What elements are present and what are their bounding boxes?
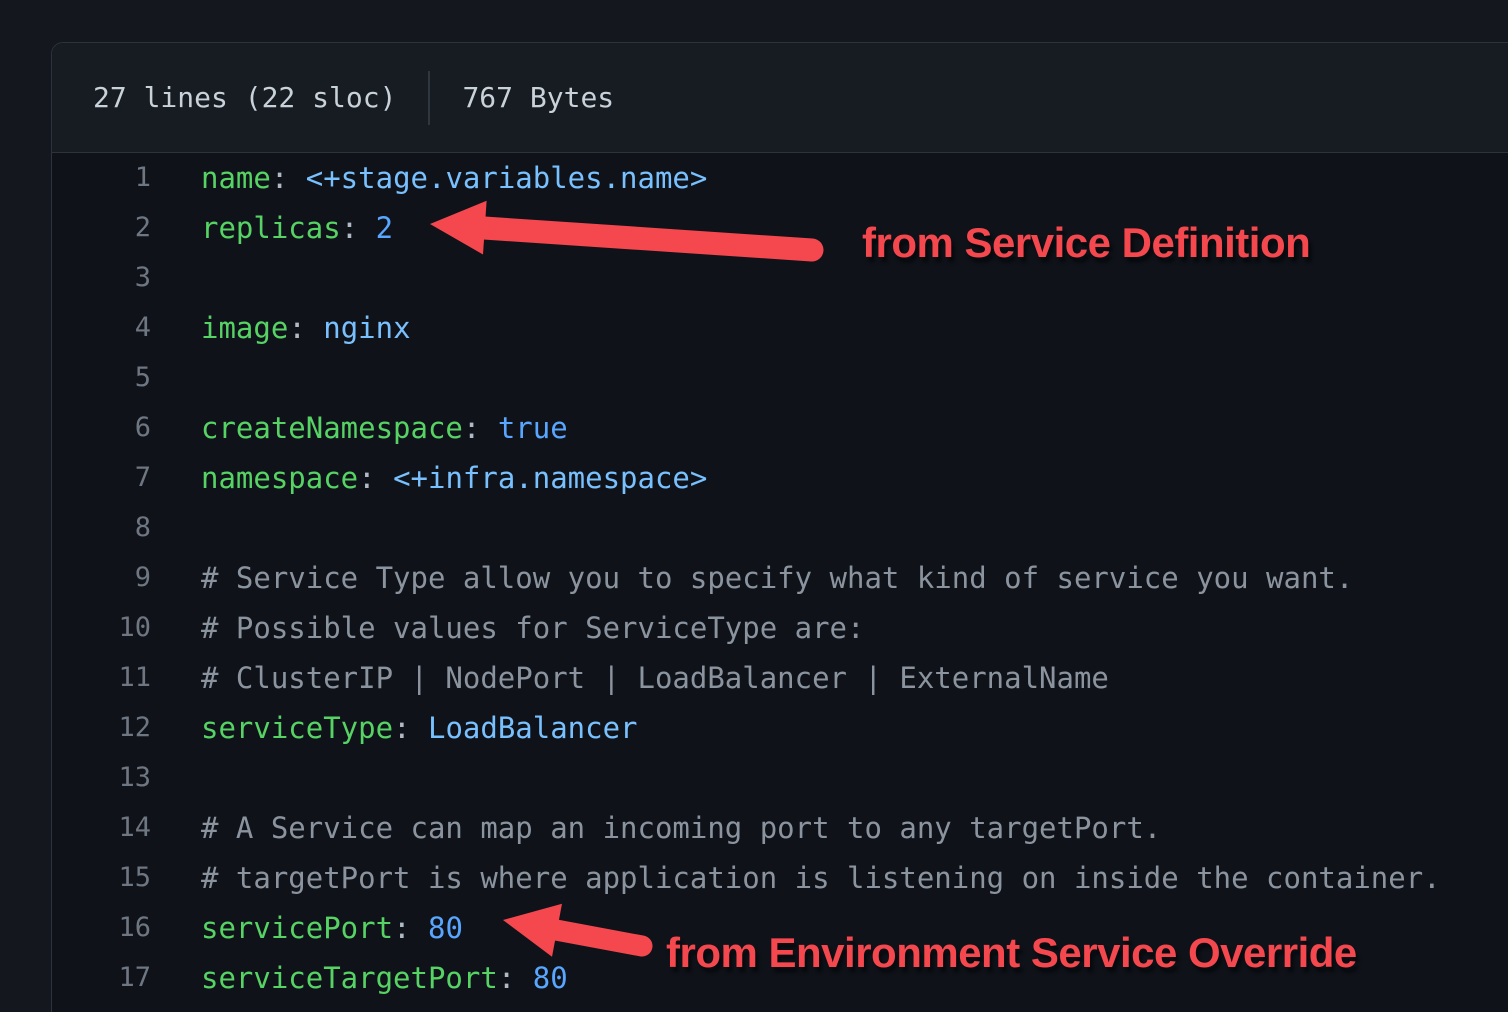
- code-line: 1name: <+stage.variables.name>: [52, 153, 1508, 203]
- code-text: # Service Type allow you to specify what…: [151, 553, 1353, 603]
- code-text: # targetPort is where application is lis…: [151, 853, 1441, 903]
- code-text: [151, 353, 201, 403]
- code-token: :: [271, 161, 306, 195]
- code-text: serviceType: LoadBalancer: [151, 703, 638, 753]
- code-line: 5: [52, 353, 1508, 403]
- code-token: serviceTargetPort: [201, 961, 498, 995]
- code-line: 3: [52, 253, 1508, 303]
- code-token: <+infra.namespace>: [393, 461, 707, 495]
- line-number[interactable]: 11: [52, 653, 151, 703]
- code-line: 6createNamespace: true: [52, 403, 1508, 453]
- code-text: createNamespace: true: [151, 403, 568, 453]
- line-number[interactable]: 4: [52, 303, 151, 353]
- code-token: createNamespace: [201, 411, 463, 445]
- code-text: serviceTargetPort: 80: [151, 953, 568, 1003]
- code-token: servicePort: [201, 911, 393, 945]
- code-token: nginx: [323, 311, 410, 345]
- code-token: image: [201, 311, 288, 345]
- code-token: :: [358, 461, 393, 495]
- code-token: true: [498, 411, 568, 445]
- line-number[interactable]: 6: [52, 403, 151, 453]
- line-number[interactable]: 12: [52, 703, 151, 753]
- code-token: replicas: [201, 211, 341, 245]
- code-token: :: [341, 211, 376, 245]
- code-token: # Possible values for ServiceType are:: [201, 611, 864, 645]
- line-number[interactable]: 9: [52, 553, 151, 603]
- code-line: 2replicas: 2: [52, 203, 1508, 253]
- code-line: 13: [52, 753, 1508, 803]
- code-token: LoadBalancer: [428, 711, 638, 745]
- code-line: 9 # Service Type allow you to specify wha…: [52, 553, 1508, 603]
- code-token: :: [463, 411, 498, 445]
- code-line: 7namespace: <+infra.namespace>: [52, 453, 1508, 503]
- code-text: [151, 753, 201, 803]
- code-line: 15 # targetPort is where application is l…: [52, 853, 1508, 903]
- code-text: [151, 503, 201, 553]
- code-token: :: [393, 911, 428, 945]
- line-number[interactable]: 2: [52, 203, 151, 253]
- header-divider: [428, 71, 430, 125]
- line-number[interactable]: 10: [52, 603, 151, 653]
- line-number[interactable]: 15: [52, 853, 151, 903]
- code-line: 17serviceTargetPort: 80: [52, 953, 1508, 1003]
- file-size-info: 767 Bytes: [462, 81, 614, 114]
- line-number[interactable]: 17: [52, 953, 151, 1003]
- code-token: # Service Type allow you to specify what…: [201, 561, 1353, 595]
- line-number[interactable]: 1: [52, 153, 151, 203]
- code-text: namespace: <+infra.namespace>: [151, 453, 707, 503]
- code-token: 80: [428, 911, 463, 945]
- code-token: serviceType: [201, 711, 393, 745]
- code-text: # Possible values for ServiceType are:: [151, 603, 864, 653]
- code-text: name: <+stage.variables.name>: [151, 153, 707, 203]
- code-token: namespace: [201, 461, 358, 495]
- code-token: <+stage.variables.name>: [306, 161, 708, 195]
- code-lines: 1name: <+stage.variables.name>2replicas:…: [52, 153, 1508, 1003]
- code-token: :: [393, 711, 428, 745]
- code-line: 12serviceType: LoadBalancer: [52, 703, 1508, 753]
- code-text: # A Service can map an incoming port to …: [151, 803, 1161, 853]
- line-number[interactable]: 3: [52, 253, 151, 303]
- line-number[interactable]: 13: [52, 753, 151, 803]
- code-line: 4image: nginx: [52, 303, 1508, 353]
- code-token: # ClusterIP | NodePort | LoadBalancer | …: [201, 661, 1109, 695]
- code-line: 8: [52, 503, 1508, 553]
- line-number[interactable]: 16: [52, 903, 151, 953]
- file-viewer-panel: 27 lines (22 sloc) 767 Bytes 1name: <+st…: [51, 42, 1508, 1012]
- line-number[interactable]: 7: [52, 453, 151, 503]
- code-text: [151, 253, 201, 303]
- code-text: # ClusterIP | NodePort | LoadBalancer | …: [151, 653, 1109, 703]
- line-number[interactable]: 8: [52, 503, 151, 553]
- code-token: 2: [376, 211, 393, 245]
- code-token: # targetPort is where application is lis…: [201, 861, 1441, 895]
- code-token: :: [288, 311, 323, 345]
- code-line: 10 # Possible values for ServiceType are:: [52, 603, 1508, 653]
- code-token: :: [498, 961, 533, 995]
- code-line: 16servicePort: 80: [52, 903, 1508, 953]
- file-lines-info: 27 lines (22 sloc): [93, 81, 396, 114]
- line-number[interactable]: 5: [52, 353, 151, 403]
- code-line: 14 # A Service can map an incoming port t…: [52, 803, 1508, 853]
- code-token: 80: [533, 961, 568, 995]
- code-text: servicePort: 80: [151, 903, 463, 953]
- code-text: image: nginx: [151, 303, 411, 353]
- code-token: # A Service can map an incoming port to …: [201, 811, 1161, 845]
- code-text: replicas: 2: [151, 203, 393, 253]
- file-header-bar: 27 lines (22 sloc) 767 Bytes: [52, 43, 1508, 153]
- code-token: name: [201, 161, 271, 195]
- line-number[interactable]: 14: [52, 803, 151, 853]
- code-line: 11 # ClusterIP | NodePort | LoadBalancer …: [52, 653, 1508, 703]
